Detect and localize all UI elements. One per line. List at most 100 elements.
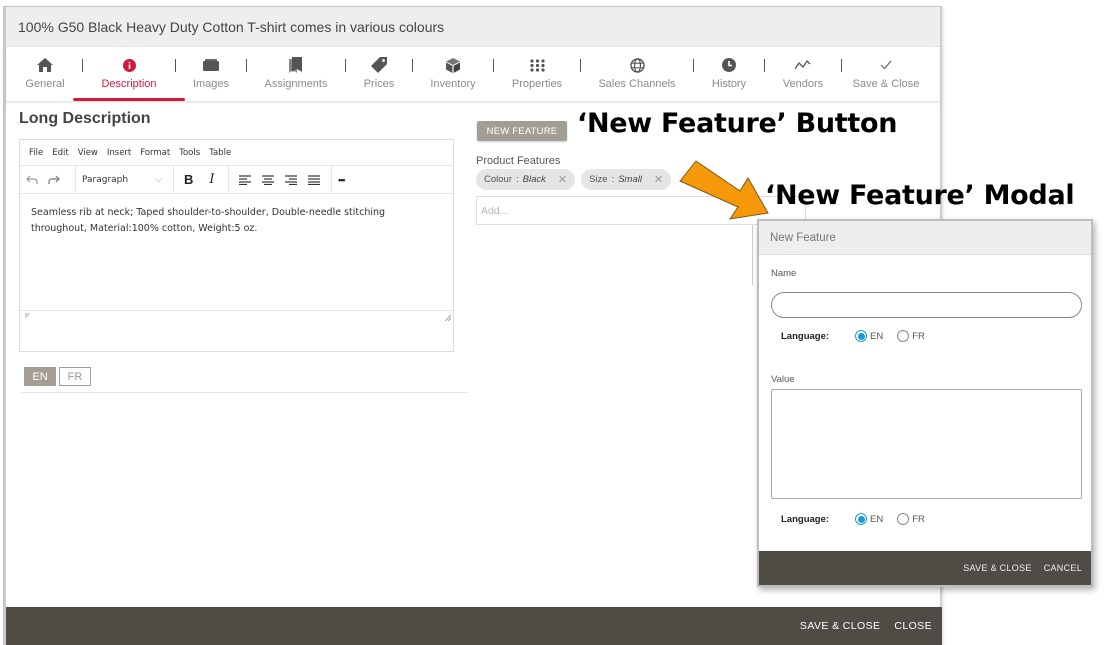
name-language-en-radio[interactable]: EN	[855, 330, 883, 342]
tab-inventory[interactable]: Inventory	[413, 47, 493, 101]
tab-images[interactable]: Images	[176, 47, 246, 101]
tab-vendors[interactable]: Vendors	[765, 47, 841, 101]
block-format-select[interactable]: Paragraph ⌵	[82, 175, 162, 185]
tab-history[interactable]: History	[694, 47, 764, 101]
value-language-selector: Language: EN FR	[781, 513, 939, 525]
chip-name: Size	[589, 174, 608, 185]
menu-edit[interactable]: Edit	[52, 148, 68, 158]
language-fr-button[interactable]: FR	[59, 367, 91, 386]
images-icon	[203, 56, 219, 74]
resize-handle-icon[interactable]	[444, 314, 451, 321]
tab-label: Properties	[511, 78, 563, 90]
chip-separator: :	[611, 174, 615, 185]
save-close-button[interactable]: SAVE & CLOSE	[800, 620, 880, 632]
home-icon	[37, 56, 53, 74]
editor-content[interactable]: Seamless rib at neck; Taped shoulder-to-…	[20, 194, 453, 311]
radio-label: FR	[912, 330, 925, 342]
redo-icon[interactable]	[48, 175, 60, 185]
radio-selected-icon	[855, 330, 867, 342]
language-en-button[interactable]: EN	[24, 367, 56, 386]
new-feature-modal-callout: ‘New Feature’ Modal	[765, 180, 1075, 211]
modal-save-close-button[interactable]: SAVE & CLOSE	[963, 563, 1031, 573]
feature-chips: Colour : Black ✕ Size : Small ✕	[476, 169, 672, 190]
feature-name-input[interactable]	[771, 292, 1082, 318]
tab-assignments[interactable]: Assignments	[247, 47, 345, 101]
tab-prices[interactable]: Prices	[346, 47, 412, 101]
tab-label: General	[25, 78, 65, 90]
more-group: •••	[332, 166, 350, 193]
block-format-value: Paragraph	[82, 174, 129, 185]
chevron-down-icon: ⌵	[155, 174, 162, 185]
name-language-fr-radio[interactable]: FR	[897, 330, 925, 342]
editor-toolbar: Paragraph ⌵ B I •••	[20, 166, 453, 194]
remove-chip-icon[interactable]: ✕	[654, 173, 663, 186]
chip-value: Black	[522, 174, 546, 185]
tab-general[interactable]: General	[8, 47, 82, 101]
radio-label: FR	[912, 513, 925, 525]
trend-line-icon	[795, 56, 811, 74]
tab-properties[interactable]: Properties	[494, 47, 580, 101]
alignment-group	[229, 166, 332, 193]
window-footer: SAVE & CLOSE CLOSE	[6, 607, 942, 645]
remove-chip-icon[interactable]: ✕	[558, 173, 567, 186]
tab-label: Inventory	[430, 78, 476, 90]
align-right-icon[interactable]	[285, 174, 297, 185]
undo-icon[interactable]	[26, 175, 38, 185]
menu-view[interactable]: View	[78, 148, 98, 158]
menu-format[interactable]: Format	[140, 148, 170, 158]
editor-statusbar: P	[20, 311, 453, 322]
align-center-icon[interactable]	[262, 174, 274, 185]
align-justify-icon[interactable]	[308, 174, 320, 185]
radio-unselected-icon	[897, 330, 910, 342]
tab-sales-channels[interactable]: Sales Channels	[581, 47, 693, 101]
stage: 100% G50 Black Heavy Duty Cotton T-shirt…	[0, 0, 1107, 645]
tab-label: Vendors	[782, 78, 824, 90]
feature-chip[interactable]: Size : Small ✕	[581, 169, 672, 190]
menu-tools[interactable]: Tools	[179, 148, 200, 158]
radio-label: EN	[870, 330, 884, 342]
info-icon	[122, 56, 136, 74]
more-options-button[interactable]: •••	[338, 175, 346, 185]
bold-button[interactable]: B	[184, 172, 193, 187]
italic-button[interactable]: I	[209, 172, 214, 187]
divider	[752, 225, 753, 285]
grid-dots-icon	[529, 56, 545, 74]
menu-file[interactable]: File	[29, 148, 43, 158]
callout-arrow-icon	[679, 160, 769, 220]
modal-footer: SAVE & CLOSE CANCEL	[759, 551, 1091, 585]
globe-icon	[629, 56, 645, 74]
tab-label: Description	[101, 78, 157, 90]
chip-value: Small	[618, 174, 642, 185]
name-language-selector: Language: EN FR	[781, 330, 939, 342]
feature-value-textarea[interactable]	[771, 389, 1082, 499]
tab-save-close[interactable]: Save & Close	[842, 47, 930, 101]
modal-cancel-button[interactable]: CANCEL	[1044, 563, 1082, 573]
menu-insert[interactable]: Insert	[107, 148, 131, 158]
divider	[21, 392, 468, 393]
radio-unselected-icon	[897, 513, 910, 525]
chip-separator: :	[516, 174, 519, 185]
new-feature-button[interactable]: NEW FEATURE	[477, 121, 567, 141]
element-path: P	[25, 313, 30, 320]
text-style-group: B I	[174, 166, 229, 193]
tab-description[interactable]: Description	[73, 47, 185, 101]
value-language-fr-radio[interactable]: FR	[897, 513, 925, 525]
tab-label: Save & Close	[852, 78, 920, 90]
language-label: Language:	[781, 513, 830, 525]
price-tag-icon	[371, 56, 387, 74]
block-format-group: Paragraph ⌵	[76, 166, 174, 193]
close-button[interactable]: CLOSE	[894, 620, 932, 632]
chip-name: Colour	[484, 174, 512, 185]
name-label: Name	[771, 268, 797, 279]
long-description-title: Long Description	[19, 110, 151, 127]
feature-chip[interactable]: Colour : Black ✕	[476, 169, 576, 190]
value-language-en-radio[interactable]: EN	[855, 513, 883, 525]
window-title: 100% G50 Black Heavy Duty Cotton T-shirt…	[6, 7, 940, 47]
tab-bar: General Description Images Assignments P…	[6, 47, 940, 102]
modal-title: New Feature	[759, 221, 1091, 255]
menu-table[interactable]: Table	[209, 148, 231, 158]
new-feature-modal: New Feature Name Language: EN FR Value L…	[757, 219, 1093, 587]
tab-label: Images	[192, 78, 230, 90]
editor-menubar: File Edit View Insert Format Tools Table	[20, 140, 453, 166]
align-left-icon[interactable]	[239, 174, 251, 185]
